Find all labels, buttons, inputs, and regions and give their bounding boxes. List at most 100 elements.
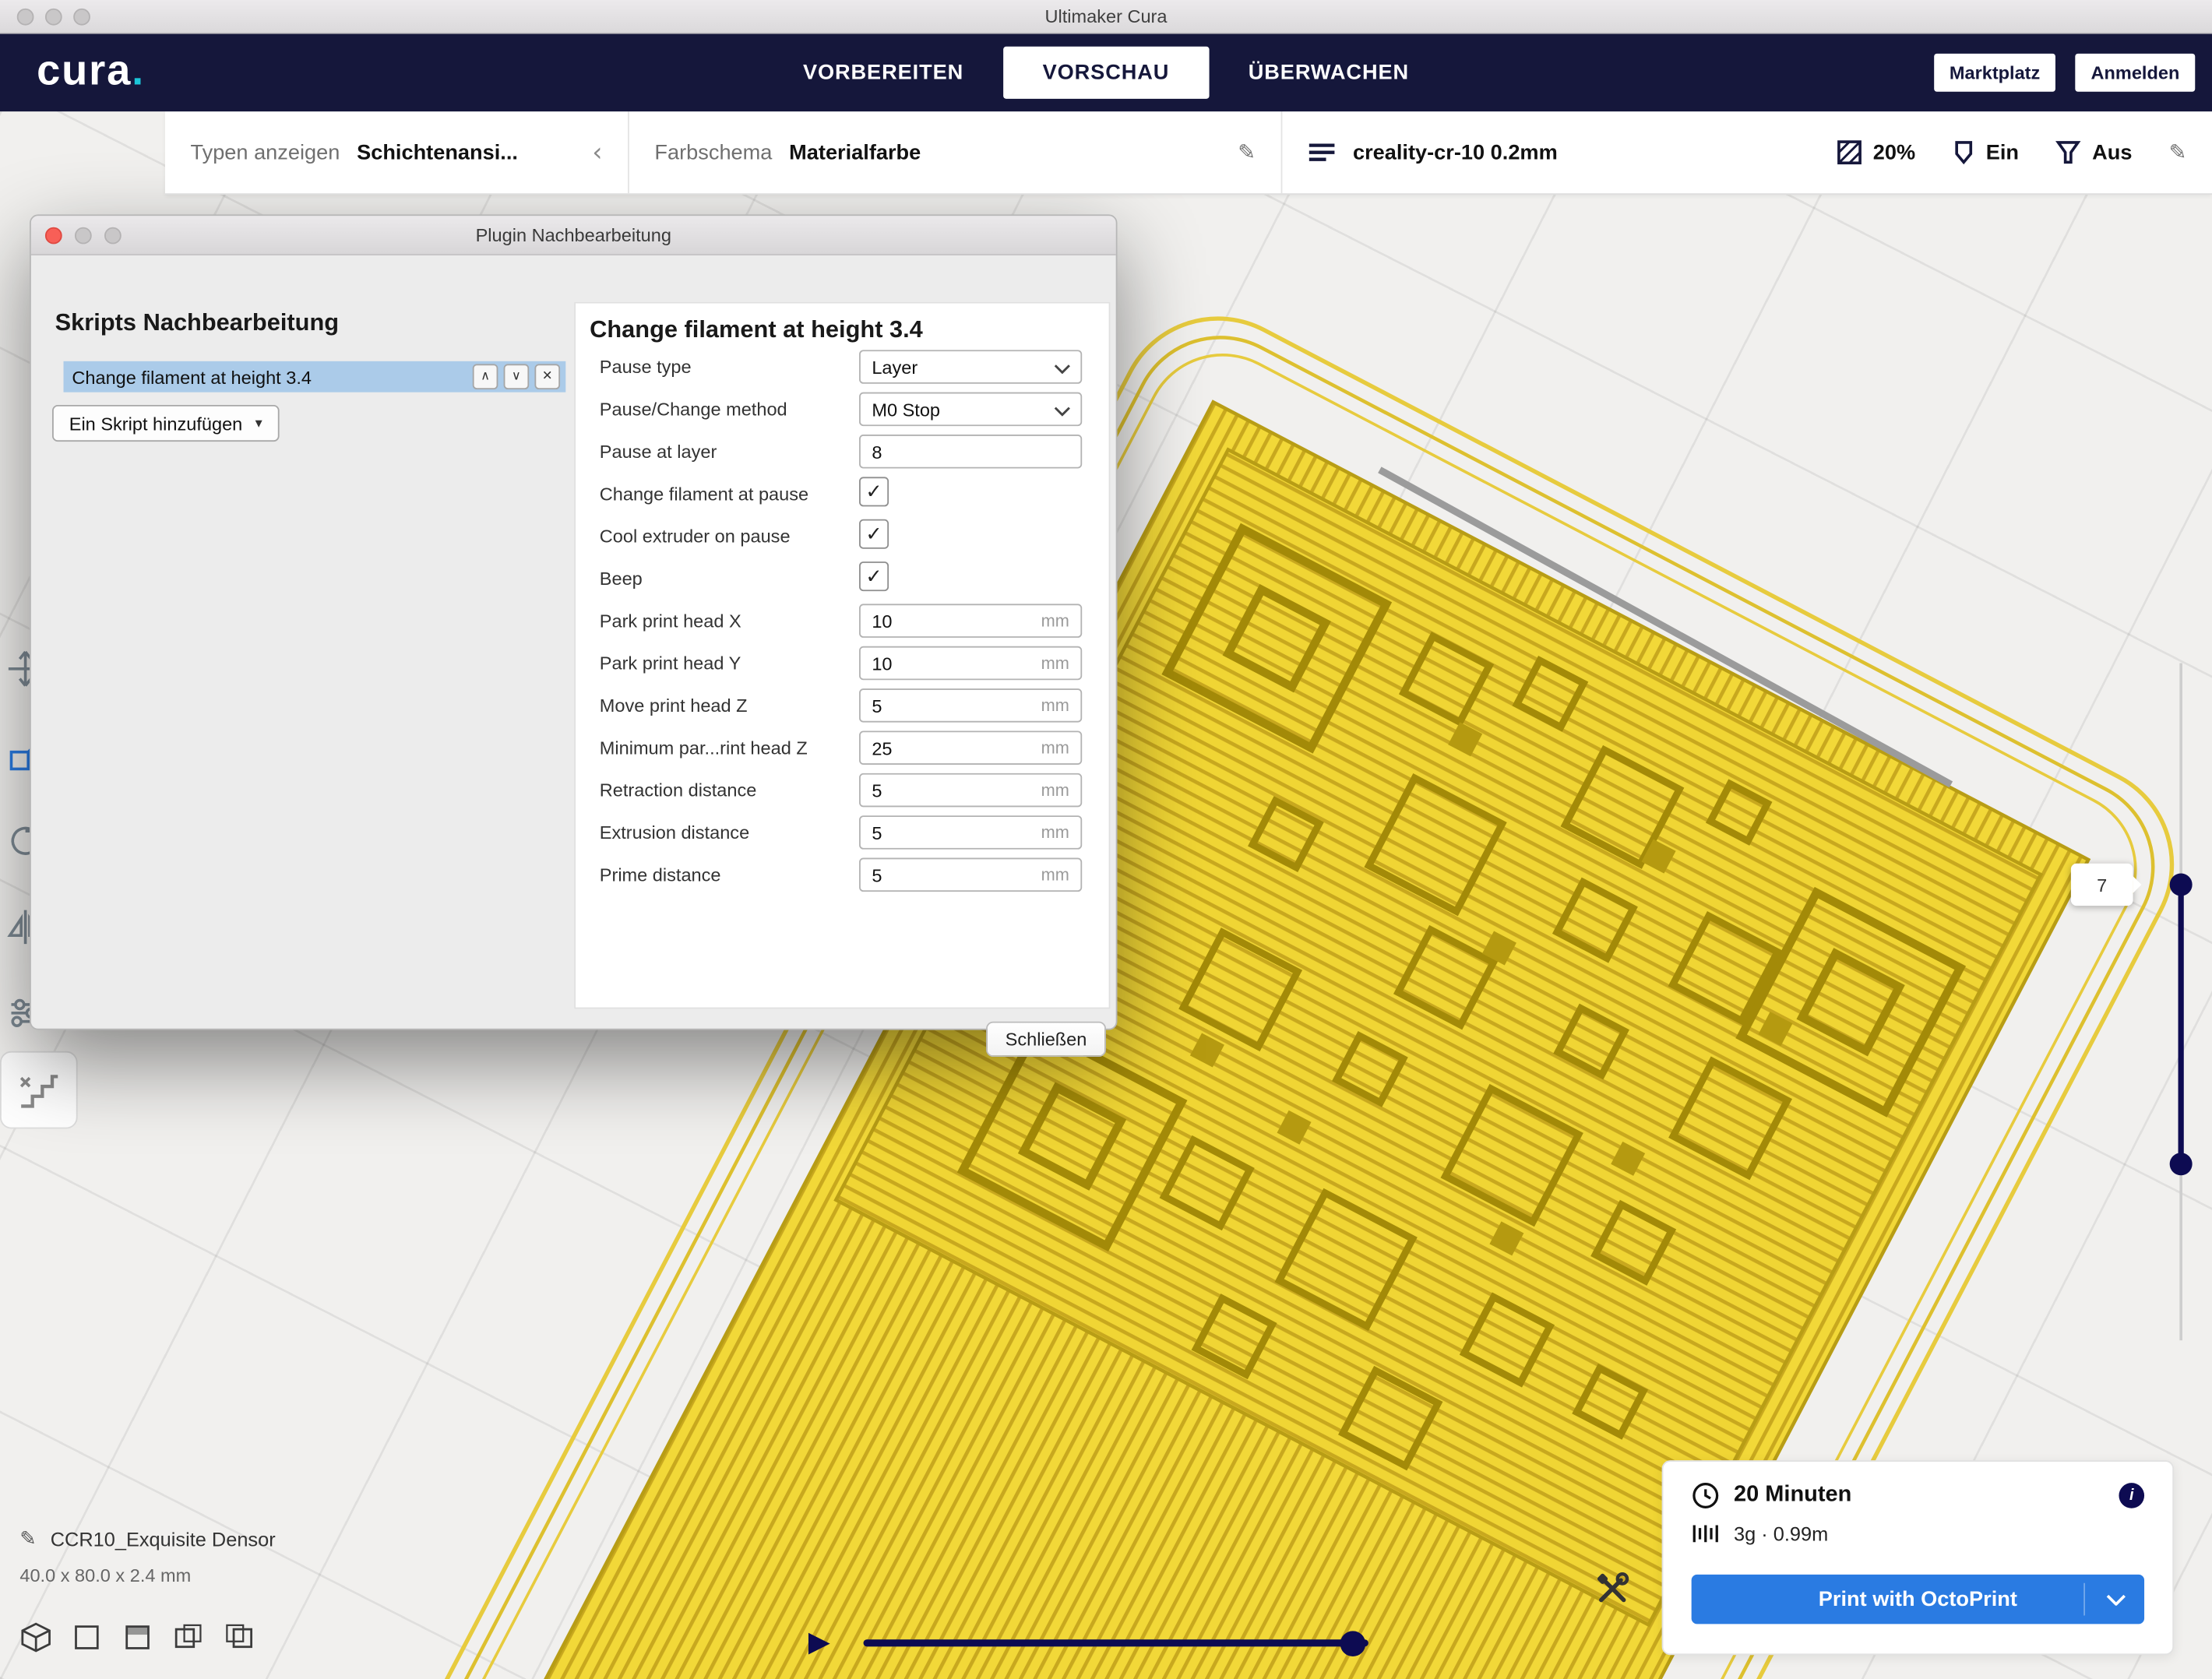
- move-z-input[interactable]: [861, 690, 1016, 721]
- pause-type-select[interactable]: Layer: [859, 350, 1082, 383]
- collapse-panel-icon[interactable]: ‹: [592, 138, 602, 167]
- dialog-close-button[interactable]: [45, 227, 62, 245]
- layer-height-icon: [1308, 141, 1336, 164]
- view-type-label: Typen anzeigen: [191, 140, 340, 164]
- layer-slider-handle-bottom[interactable]: [2170, 1153, 2193, 1175]
- view-type-dropdown[interactable]: Schichtenansi...: [357, 140, 518, 164]
- tab-vorschau[interactable]: VORSCHAU: [1003, 47, 1209, 99]
- dialog-zoom-button: [104, 227, 122, 245]
- info-icon[interactable]: i: [2119, 1483, 2144, 1508]
- post-processing-dialog: Plugin Nachbearbeitung Skripts Nachbearb…: [30, 214, 1117, 1030]
- print-settings-wrench-icon[interactable]: [1594, 1570, 1631, 1614]
- field-label: Park print head Y: [600, 653, 741, 674]
- view-top-icon[interactable]: [122, 1621, 154, 1654]
- clock-icon: [1692, 1481, 1720, 1509]
- chevron-down-icon[interactable]: [2106, 1594, 2126, 1605]
- pause-at-layer-input[interactable]: [861, 436, 1016, 467]
- view-3d-icon[interactable]: [19, 1621, 52, 1654]
- material-usage-icon: [1692, 1522, 1720, 1545]
- support-blocker-tool[interactable]: [0, 1051, 78, 1129]
- field-row: Park print head Y mm: [576, 642, 1109, 684]
- window-zoom-button[interactable]: [73, 9, 90, 26]
- button-divider: [2083, 1583, 2085, 1616]
- color-scheme-dropdown[interactable]: Materialfarbe: [789, 140, 921, 164]
- support-blocker-icon: [15, 1066, 63, 1114]
- field-row: Prime distance mm: [576, 854, 1109, 896]
- move-script-up-button[interactable]: ∧: [473, 364, 498, 389]
- park-y-field: mm: [859, 646, 1082, 680]
- view-front-icon[interactable]: [71, 1621, 104, 1654]
- min-park-z-input[interactable]: [861, 732, 1016, 763]
- support-icon: [2055, 139, 2081, 165]
- change-filament-checkbox[interactable]: ✓: [859, 477, 889, 506]
- field-row: Cool extruder on pause ✓: [576, 515, 1109, 557]
- retraction-field: mm: [859, 773, 1082, 807]
- caret-down-icon: ▾: [255, 416, 262, 431]
- model-dimensions: 40.0 x 80.0 x 2.4 mm: [19, 1565, 275, 1586]
- remove-script-button[interactable]: ✕: [534, 364, 560, 389]
- dialog-titlebar[interactable]: Plugin Nachbearbeitung: [31, 216, 1116, 255]
- infill-setting-chip[interactable]: 20%: [1837, 139, 1915, 165]
- dialog-close-action-button[interactable]: Schließen: [986, 1022, 1106, 1057]
- field-row: Pause at layer: [576, 431, 1109, 473]
- prime-input[interactable]: [861, 859, 1016, 890]
- app-header: cura. VORBEREITEN VORSCHAU ÜBERWACHEN Ma…: [0, 33, 2212, 111]
- add-script-label: Ein Skript hinzufügen: [69, 413, 243, 434]
- simulation-slider-handle[interactable]: [1340, 1631, 1366, 1656]
- rename-model-pencil-icon[interactable]: ✎: [19, 1528, 36, 1551]
- signin-button[interactable]: Anmelden: [2076, 54, 2196, 92]
- print-with-octoprint-button[interactable]: Print with OctoPrint: [1692, 1575, 2144, 1624]
- add-script-dropdown[interactable]: Ein Skript hinzufügen ▾: [52, 405, 279, 442]
- window-close-button[interactable]: [17, 9, 34, 26]
- adhesion-icon: [1952, 139, 1974, 165]
- park-x-input[interactable]: [861, 605, 1016, 636]
- chevron-down-icon: [1054, 364, 1071, 374]
- field-unit: mm: [1041, 865, 1069, 885]
- simulation-play-button[interactable]: ▶: [808, 1624, 830, 1657]
- field-label: Pause at layer: [600, 441, 717, 462]
- park-x-field: mm: [859, 604, 1082, 637]
- select-value: M0 Stop: [872, 399, 940, 420]
- adhesion-setting-chip[interactable]: Ein: [1952, 139, 2019, 165]
- tab-vorbereiten[interactable]: VORBEREITEN: [763, 33, 1003, 111]
- extrusion-field: mm: [859, 815, 1082, 849]
- beep-checkbox[interactable]: ✓: [859, 561, 889, 591]
- extrusion-input[interactable]: [861, 817, 1016, 848]
- edit-color-scheme-pencil-icon[interactable]: ✎: [1238, 139, 1256, 165]
- retraction-input[interactable]: [861, 775, 1016, 806]
- move-z-field: mm: [859, 688, 1082, 722]
- cool-extruder-checkbox[interactable]: ✓: [859, 519, 889, 549]
- script-list-item[interactable]: Change filament at height 3.4 ∧ ∨ ✕: [64, 361, 566, 392]
- layer-slider-range[interactable]: [2179, 885, 2184, 1164]
- marketplace-button[interactable]: Marktplatz: [1934, 54, 2055, 92]
- field-row: Pause/Change method M0 Stop: [576, 388, 1109, 430]
- edit-print-settings-pencil-icon[interactable]: ✎: [2169, 139, 2187, 165]
- support-setting-chip[interactable]: Aus: [2055, 139, 2132, 165]
- field-label: Minimum par...rint head Z: [600, 737, 808, 759]
- park-y-input[interactable]: [861, 648, 1016, 679]
- field-label: Change filament at pause: [600, 484, 808, 505]
- support-value: Aus: [2092, 140, 2132, 164]
- field-unit: mm: [1041, 738, 1069, 758]
- field-row: Retraction distance mm: [576, 769, 1109, 811]
- tab-ueberwachen[interactable]: ÜBERWACHEN: [1209, 33, 1449, 111]
- field-row: Park print head X mm: [576, 600, 1109, 642]
- pause-method-select[interactable]: M0 Stop: [859, 392, 1082, 426]
- simulation-slider-track[interactable]: [863, 1639, 1368, 1646]
- move-script-down-button[interactable]: ∨: [504, 364, 530, 389]
- window-minimize-button[interactable]: [45, 9, 62, 26]
- field-unit: mm: [1041, 822, 1069, 842]
- layer-slider-handle-top[interactable]: [2170, 873, 2193, 896]
- script-settings-title: Change filament at height 3.4: [590, 316, 923, 344]
- dialog-title: Plugin Nachbearbeitung: [476, 224, 671, 245]
- printer-profile-selector[interactable]: creality-cr-10 0.2mm: [1353, 140, 1558, 164]
- field-row: Minimum par...rint head Z mm: [576, 727, 1109, 769]
- prime-field: mm: [859, 858, 1082, 892]
- cura-logo: cura.: [37, 48, 145, 97]
- layer-number-flag: 7: [2071, 864, 2133, 906]
- layer-number: 7: [2097, 874, 2107, 895]
- view-right-icon[interactable]: [223, 1621, 255, 1654]
- field-label: Beep: [600, 568, 643, 589]
- view-left-icon[interactable]: [172, 1621, 205, 1654]
- print-button-label: Print with OctoPrint: [1819, 1587, 2017, 1611]
